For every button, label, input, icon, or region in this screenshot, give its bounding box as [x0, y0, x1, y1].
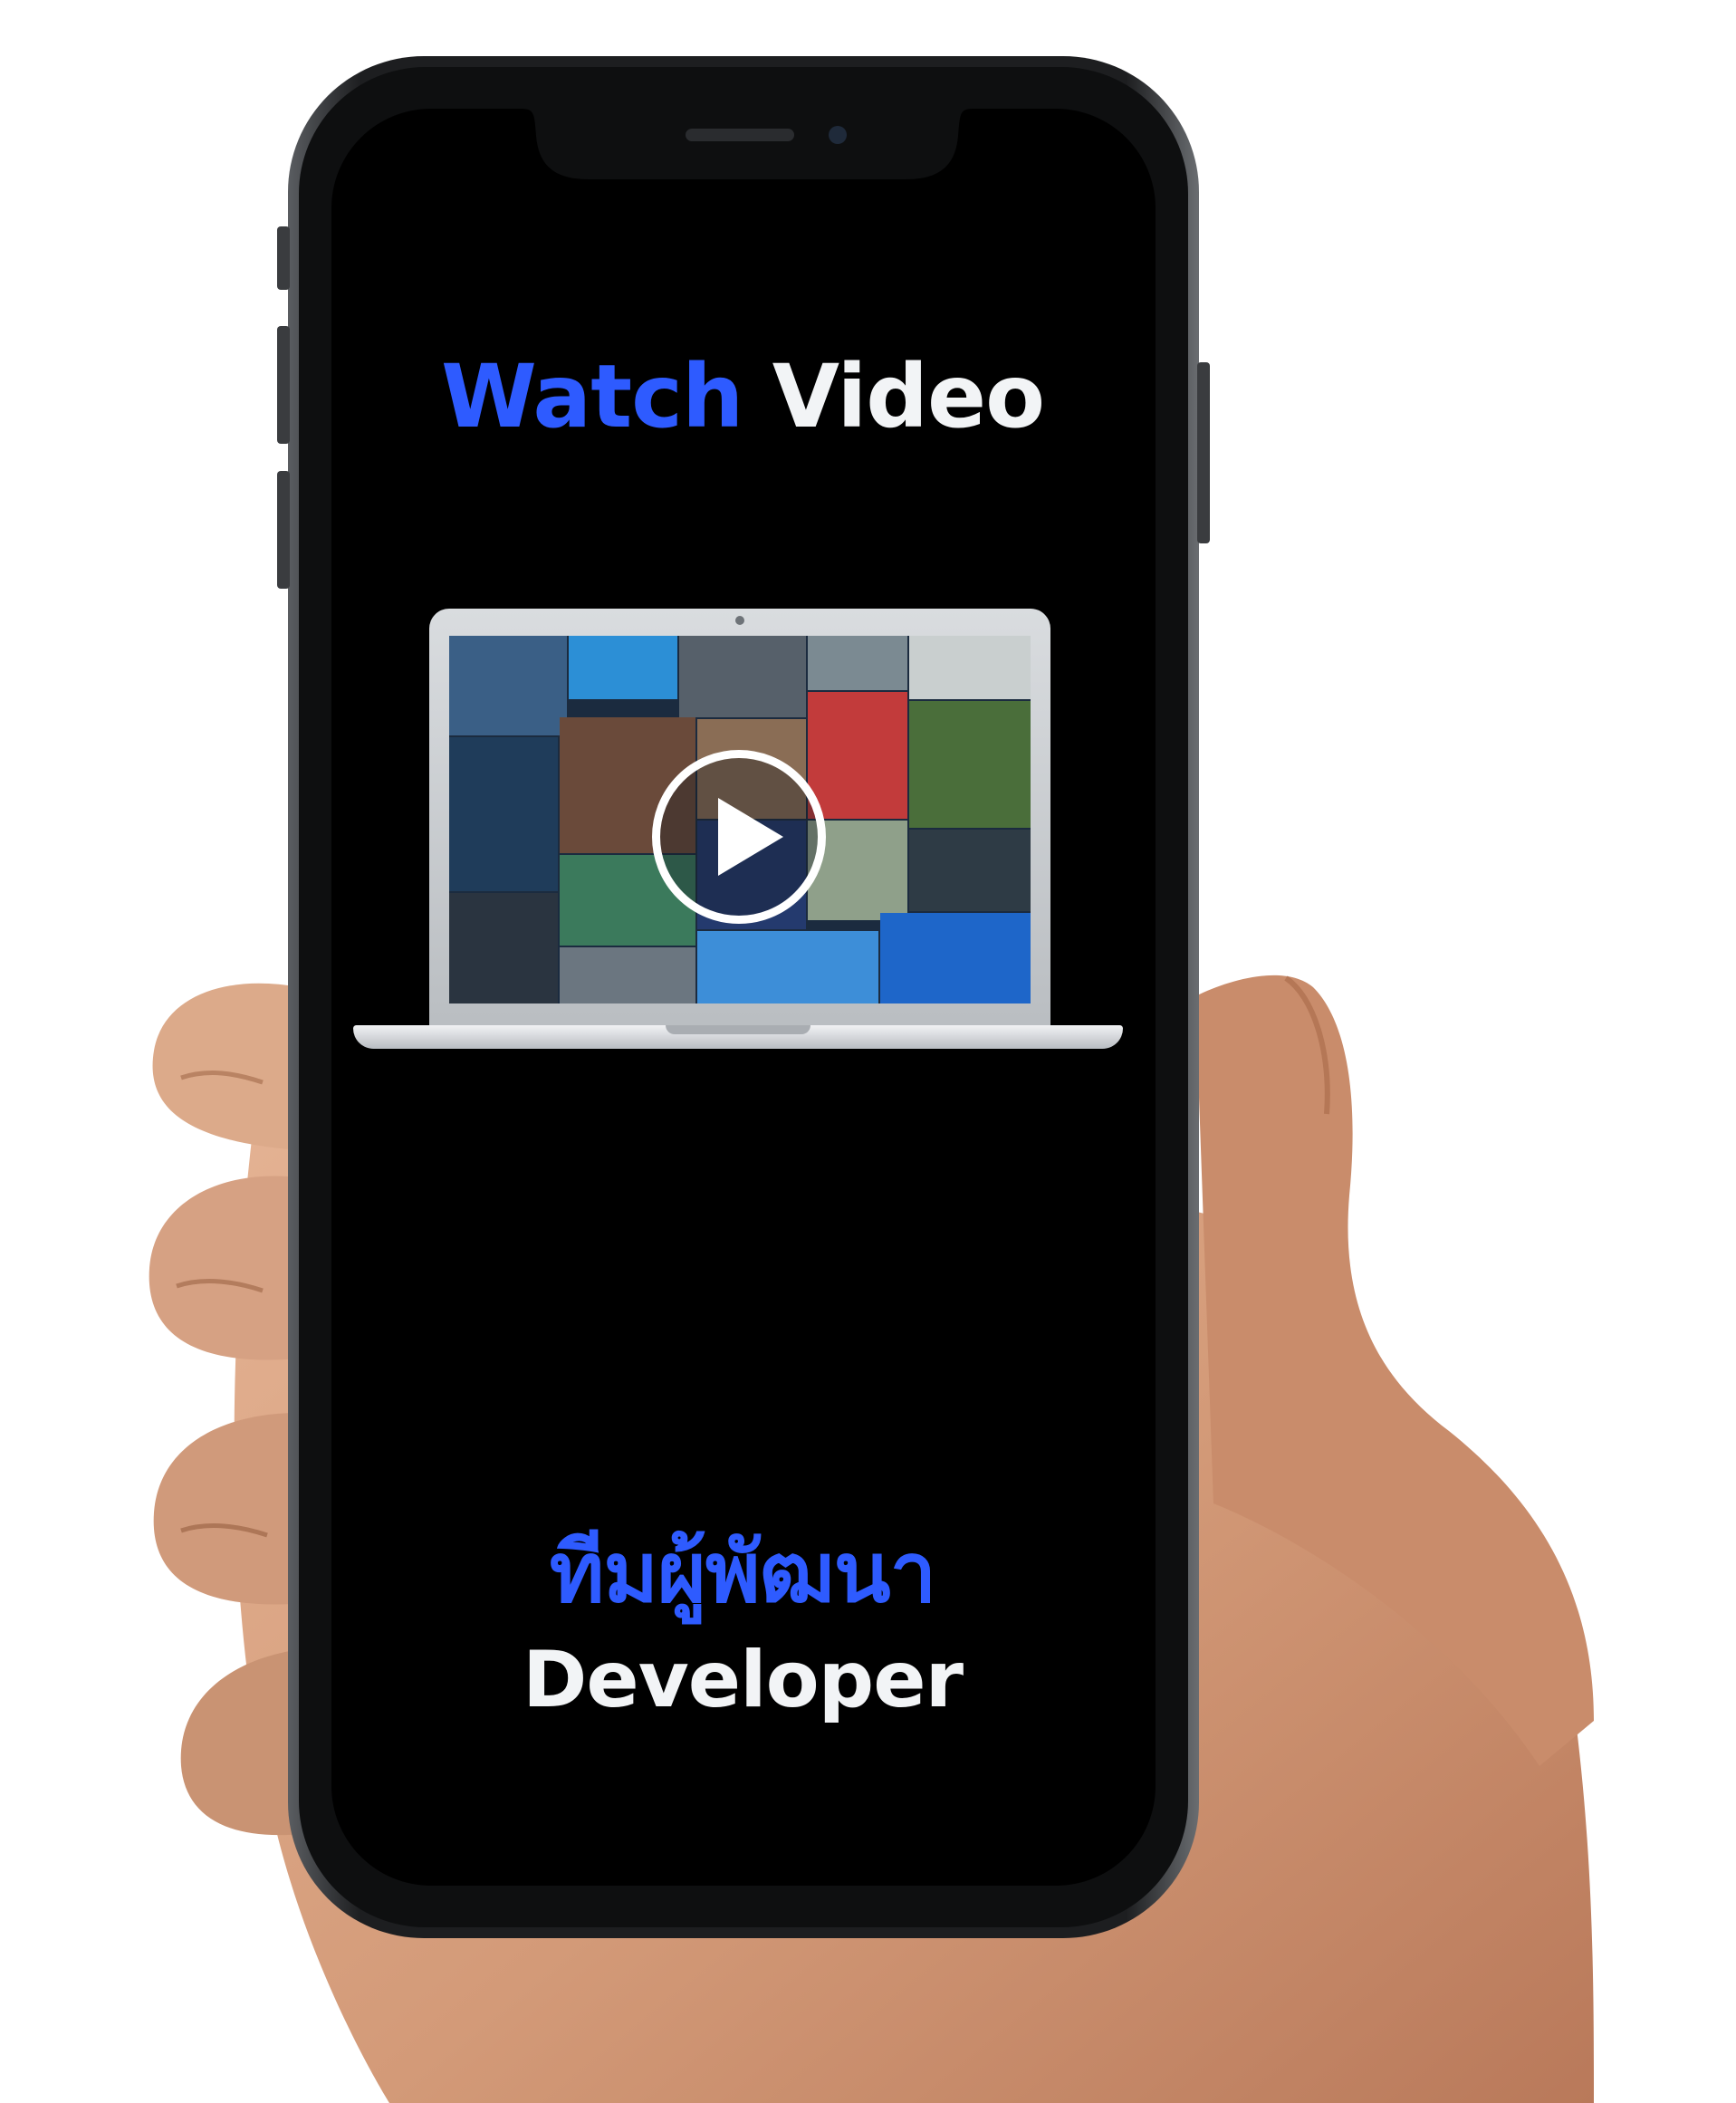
laptop-camera-dot [735, 616, 744, 625]
collage-tile [569, 636, 677, 699]
laptop-base-notch [666, 1025, 810, 1034]
collage-tile [449, 737, 558, 891]
heading-plain-word: Video [772, 346, 1045, 447]
collage-tile [808, 692, 907, 819]
page: Watch Video ทีมผู้พัฒนา Developer [0, 0, 1736, 2103]
collage-tile [808, 636, 907, 690]
developer-team-thai-title: ทีมผู้พัฒนา [549, 1524, 937, 1621]
phone-notch [521, 109, 974, 179]
play-button[interactable] [652, 750, 826, 924]
collage-tile [449, 636, 567, 735]
collage-tile [560, 947, 695, 1003]
collage-tile [449, 893, 558, 1003]
collage-tile [909, 830, 1031, 911]
watch-video-heading: Watch Video [335, 342, 1150, 451]
collage-tile [880, 913, 1031, 1003]
heading-accent-word: Watch [440, 346, 743, 447]
collage-tile [697, 931, 878, 1003]
finger-2 [149, 1176, 299, 1360]
collage-tile [679, 636, 806, 717]
finger-3 [153, 1413, 308, 1605]
collage-tile [909, 636, 1031, 699]
collage-tile [909, 701, 1031, 828]
play-icon [718, 798, 783, 876]
developer-title: Developer [523, 1635, 964, 1725]
finger-1 [152, 983, 299, 1150]
